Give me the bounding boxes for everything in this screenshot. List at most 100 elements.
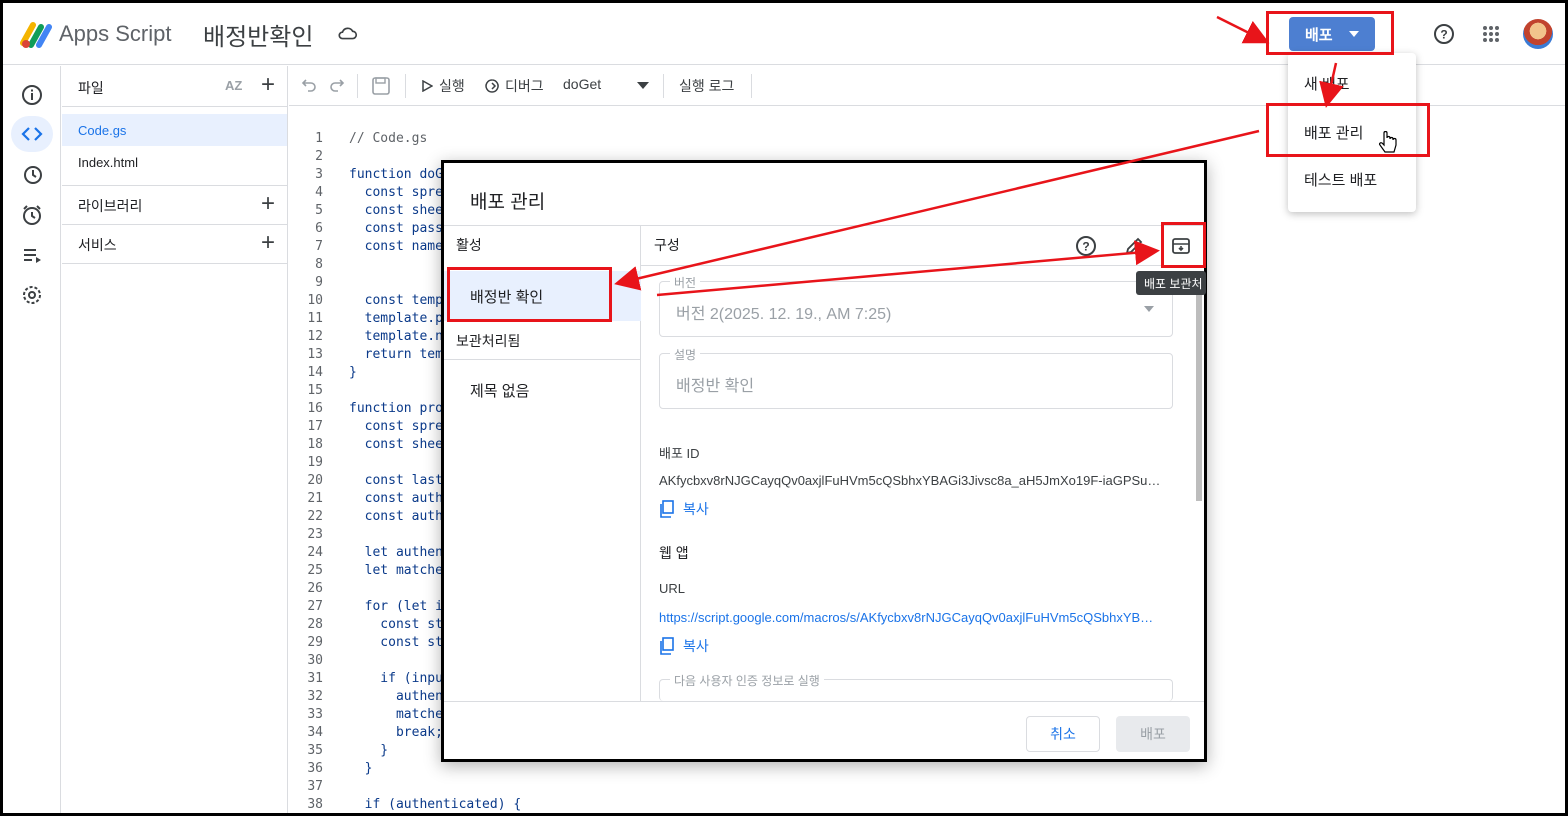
code-line: const temp — [349, 293, 443, 308]
version-select[interactable]: 버전 버전 2(2025. 12. 19., AM 7:25) — [659, 274, 1173, 337]
url-label: URL — [659, 581, 686, 596]
debug-button[interactable]: 디버그 — [485, 76, 544, 96]
highlight-archive-icon — [1161, 222, 1206, 268]
redo-icon[interactable] — [329, 76, 345, 92]
line-number: 15 — [307, 383, 323, 398]
add-file-plus-icon[interactable]: + — [261, 73, 275, 97]
apps-grid-icon[interactable] — [1478, 21, 1504, 47]
cloud-saved-icon — [338, 27, 358, 40]
toolbar-divider — [663, 74, 664, 98]
history-icon[interactable] — [19, 162, 45, 188]
divider — [444, 359, 641, 360]
line-number: 6 — [315, 221, 323, 236]
manage-deployments-dialog: 배포 관리 활성 배정반 확인 보관처리됨 제목 없음 구성 ? 버전 버전 2… — [441, 160, 1207, 762]
line-number: 29 — [307, 635, 323, 650]
services-title: 서비스 — [78, 237, 117, 253]
undo-icon[interactable] — [301, 76, 317, 92]
divider — [444, 701, 1204, 702]
cancel-button[interactable]: 취소 — [1026, 716, 1100, 752]
function-select-chevron-icon[interactable] — [637, 82, 649, 89]
menu-item-test-deploy[interactable]: 테스트 배포 — [1304, 169, 1377, 190]
copy-url-button[interactable]: 복사 — [659, 636, 709, 656]
highlight-deploy-button — [1266, 11, 1394, 55]
add-service-plus-icon[interactable]: + — [261, 231, 275, 255]
help-icon[interactable]: ? — [1073, 233, 1099, 259]
apps-script-logo-icon — [20, 22, 52, 48]
copy-label: 복사 — [683, 638, 709, 654]
function-select[interactable]: doGet — [563, 76, 601, 92]
line-number: 33 — [307, 707, 323, 722]
code-line: template.p — [349, 311, 443, 326]
code-line: let authen — [349, 545, 443, 560]
line-number: 18 — [307, 437, 323, 452]
user-avatar[interactable] — [1523, 19, 1553, 49]
file-item-code-gs[interactable]: Code.gs — [62, 114, 287, 146]
code-line: template.n — [349, 329, 443, 344]
line-number: 22 — [307, 509, 323, 524]
code-line: const shee — [349, 203, 443, 218]
line-number: 17 — [307, 419, 323, 434]
active-section-title: 활성 — [456, 237, 482, 253]
line-number: 23 — [307, 527, 323, 542]
line-number: 20 — [307, 473, 323, 488]
divider — [641, 265, 1204, 266]
deploy-submit-button[interactable]: 배포 — [1116, 716, 1190, 752]
project-name[interactable]: 배정반확인 — [203, 17, 313, 52]
code-line: const spre — [349, 419, 443, 434]
highlight-active-deployment — [447, 267, 612, 322]
config-title: 구성 — [654, 237, 680, 253]
description-field[interactable]: 설명 배정반 확인 — [659, 346, 1173, 409]
dialog-scrollbar[interactable] — [1196, 271, 1202, 501]
line-number: 36 — [307, 761, 323, 776]
code-line: break; — [349, 725, 443, 740]
line-number: 5 — [315, 203, 323, 218]
info-icon[interactable] — [19, 82, 45, 108]
help-icon[interactable]: ? — [1431, 21, 1457, 47]
line-number: 28 — [307, 617, 323, 632]
copy-deploy-id-button[interactable]: 복사 — [659, 499, 709, 519]
line-number: 13 — [307, 347, 323, 362]
save-icon[interactable] — [371, 76, 391, 96]
highlight-manage-deploy — [1266, 103, 1430, 157]
line-number: 37 — [307, 779, 323, 794]
line-number: 10 — [307, 293, 323, 308]
toolbar-divider — [405, 74, 406, 98]
deployment-item-archived[interactable]: 제목 없음 — [444, 365, 641, 415]
code-line: const spre — [349, 185, 443, 200]
file-item-index-html[interactable]: Index.html — [62, 146, 287, 178]
edit-pencil-icon[interactable] — [1121, 233, 1147, 259]
deploy-id-label: 배포 ID — [659, 446, 700, 461]
divider — [62, 106, 287, 107]
files-panel: 파일 AZ + Code.gs Index.html 라이브러리 + 서비스 + — [62, 66, 288, 813]
sort-az-icon[interactable]: AZ — [225, 78, 242, 93]
code-line: authen — [349, 689, 443, 704]
menu-item-new-deploy[interactable]: 새 배포 — [1304, 73, 1350, 94]
files-title: 파일 — [78, 80, 104, 96]
line-number: 8 — [315, 257, 323, 272]
settings-gear-icon[interactable] — [19, 282, 45, 308]
code-line: const name — [349, 239, 443, 254]
line-number: 30 — [307, 653, 323, 668]
svg-text:?: ? — [1440, 28, 1447, 42]
line-number: 7 — [315, 239, 323, 254]
code-line: } — [349, 743, 389, 758]
webapp-url-link[interactable]: https://script.google.com/macros/s/AKfyc… — [659, 610, 1169, 625]
add-library-plus-icon[interactable]: + — [261, 192, 275, 216]
code-line: if (authenticated) { — [349, 797, 522, 812]
alarm-triggers-icon[interactable] — [19, 202, 45, 228]
deploy-id-value: AKfycbxv8rNJGCayqQv0axjlFuHVm5cQSbhxYBAG… — [659, 473, 1169, 488]
code-line: const last — [349, 473, 443, 488]
run-button[interactable]: 실행 — [421, 76, 465, 96]
left-rail — [3, 66, 61, 813]
line-number: 25 — [307, 563, 323, 578]
executions-list-icon[interactable] — [19, 242, 45, 268]
code-editor-icon[interactable] — [19, 121, 45, 147]
code-line: function doG — [349, 167, 443, 182]
archived-section-title: 보관처리됨 — [456, 333, 521, 349]
execution-log-button[interactable]: 실행 로그 — [679, 76, 734, 96]
webapp-label: 웹 앱 — [659, 545, 689, 561]
line-number: 38 — [307, 797, 323, 812]
execute-as-select[interactable]: 다음 사용자 인증 정보로 실행 — [659, 672, 1173, 701]
code-line: for (let i — [349, 599, 443, 614]
execute-as-label: 다음 사용자 인증 정보로 실행 — [670, 672, 824, 689]
